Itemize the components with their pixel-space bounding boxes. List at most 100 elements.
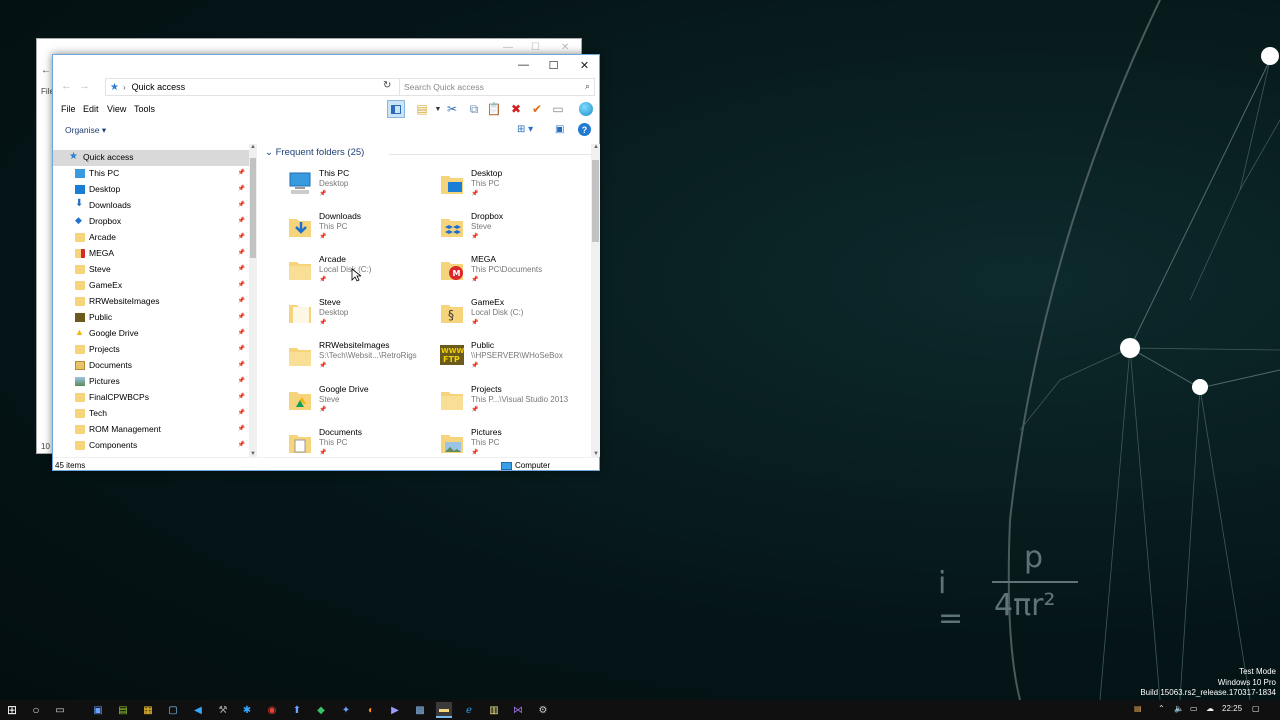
pin-icon[interactable]: 📌	[238, 281, 245, 288]
delete-icon[interactable]: ✖	[507, 100, 525, 118]
app-icon-8[interactable]: ⬆	[289, 702, 305, 718]
search-icon[interactable]: ⌕	[585, 81, 590, 92]
app-icon-9[interactable]: ◆	[313, 702, 329, 718]
app-icon-2[interactable]: ▤	[115, 702, 131, 718]
sidebar-item-dropbox[interactable]: ◆ Dropbox 📌	[53, 214, 249, 230]
organise-button[interactable]: Organise ▾	[65, 125, 106, 136]
help-icon[interactable]: ?	[578, 123, 591, 136]
menu-tools[interactable]: Tools	[134, 104, 155, 114]
view-options-icon[interactable]: ⊞ ▾	[517, 124, 533, 135]
pin-icon[interactable]: 📌	[238, 329, 245, 336]
sidebar-item-pictures[interactable]: Pictures 📌	[53, 374, 249, 390]
visual-studio-icon[interactable]: ⋈	[510, 702, 526, 718]
close-icon[interactable]: ✕	[561, 42, 569, 53]
cut-icon[interactable]: ✂	[443, 100, 461, 118]
sidebar-item-mega[interactable]: MEGA 📌	[53, 246, 249, 262]
sidebar-item-components[interactable]: Components 📌	[53, 438, 249, 454]
file-explorer-icon[interactable]: ▬	[436, 702, 452, 718]
navigation-scrollbar[interactable]: ▲ ▼	[249, 144, 257, 457]
explorer-window[interactable]: — ☐ ✕ ← → ★ › Quick access ⌄ ↻ Search Qu…	[52, 54, 600, 471]
scrollbar-thumb[interactable]	[250, 158, 256, 258]
app-icon-7[interactable]: ✱	[239, 702, 255, 718]
sidebar-item-downloads[interactable]: ⬇ Downloads 📌	[53, 198, 249, 214]
pin-icon[interactable]: 📌	[238, 185, 245, 192]
tile-desktop[interactable]: Desktop This PC 📌	[439, 168, 589, 208]
pin-icon[interactable]: 📌	[238, 345, 245, 352]
settings-gear-icon[interactable]: ⚙	[535, 702, 551, 718]
edge-icon[interactable]: ℯ	[461, 702, 477, 718]
tile-steve[interactable]: Steve Desktop 📌	[287, 297, 437, 337]
tile-this-pc[interactable]: This PC Desktop 📌	[287, 168, 437, 208]
tile-google-drive[interactable]: Google Drive Steve 📌	[287, 384, 437, 424]
sidebar-item-quick-access[interactable]: ★ Quick access	[53, 150, 249, 166]
sidebar-item-projects[interactable]: Projects 📌	[53, 342, 249, 358]
tile-arcade[interactable]: Arcade Local Disk (C:) 📌	[287, 254, 437, 294]
content-scrollbar[interactable]: ▲ ▼	[591, 144, 600, 457]
sidebar-item-public[interactable]: Public 📌	[53, 310, 249, 326]
checkmark-icon[interactable]: ✔	[528, 100, 546, 118]
sidebar-item-rrwebsiteimages[interactable]: RRWebsiteImages 📌	[53, 294, 249, 310]
app-icon-1[interactable]: ▣	[90, 702, 106, 718]
refresh-icon[interactable]: ↻	[383, 80, 391, 91]
pin-icon[interactable]: 📌	[238, 233, 245, 240]
breadcrumb-chevron-icon[interactable]: ›	[123, 83, 126, 92]
minimize-icon[interactable]: —	[503, 42, 513, 53]
action-center-icon[interactable]: ▢	[1252, 704, 1260, 713]
minimize-button[interactable]: —	[508, 55, 539, 75]
onedrive-cloud-icon[interactable]: ☁	[1206, 704, 1214, 713]
app-icon-4[interactable]: ▢	[165, 702, 181, 718]
pin-icon[interactable]: 📌	[238, 249, 245, 256]
back-arrow-icon[interactable]: ←	[41, 65, 51, 76]
scroll-up-icon[interactable]: ▲	[593, 144, 599, 150]
app-icon-13[interactable]: ▩	[412, 702, 428, 718]
sidebar-item-steve[interactable]: Steve 📌	[53, 262, 249, 278]
pin-icon[interactable]: 📌	[238, 409, 245, 416]
paste-icon[interactable]: 📋	[485, 100, 503, 118]
search-input[interactable]: Search Quick access ⌕	[399, 78, 595, 96]
tile-documents[interactable]: Documents This PC 📌	[287, 427, 437, 457]
pin-icon[interactable]: 📌	[238, 265, 245, 272]
search-icon[interactable]: ○	[28, 702, 44, 718]
pin-icon[interactable]: 📌	[238, 217, 245, 224]
breadcrumb[interactable]: Quick access	[132, 82, 186, 92]
pin-icon[interactable]: 📌	[238, 393, 245, 400]
scroll-up-icon[interactable]: ▲	[250, 144, 256, 150]
sidebar-item-finalcpwbcps[interactable]: FinalCPWBCPs 📌	[53, 390, 249, 406]
sidebar-item-desktop[interactable]: Desktop 📌	[53, 182, 249, 198]
windows-start-icon[interactable]: ⊞	[4, 702, 20, 718]
navigation-pane-icon[interactable]	[387, 100, 405, 118]
back-arrow-icon[interactable]: ←	[61, 80, 72, 92]
task-view-icon[interactable]: ▭	[52, 702, 68, 718]
pin-icon[interactable]: 📌	[238, 361, 245, 368]
window-titlebar[interactable]: — ☐ ✕	[53, 55, 599, 77]
tile-rrwebsiteimages[interactable]: RRWebsiteImages S:\Tech\Websit...\RetroR…	[287, 340, 437, 380]
sidebar-item-rom-management[interactable]: ROM Management 📌	[53, 422, 249, 438]
sidebar-item-google-drive[interactable]: ▲ Google Drive 📌	[53, 326, 249, 342]
maximize-icon[interactable]: ☐	[531, 42, 540, 53]
clock[interactable]: 22:25	[1222, 704, 1242, 713]
tile-downloads[interactable]: Downloads This PC 📌	[287, 211, 437, 251]
pin-icon[interactable]: 📌	[238, 297, 245, 304]
close-button[interactable]: ✕	[569, 55, 600, 75]
tray-app-icon[interactable]: ▤	[1134, 704, 1142, 713]
sidebar-item-tech[interactable]: Tech 📌	[53, 406, 249, 422]
pin-icon[interactable]: 📌	[238, 425, 245, 432]
rename-icon[interactable]: ▭	[549, 100, 567, 118]
forward-arrow-icon[interactable]: →	[79, 80, 90, 92]
notepad-icon[interactable]: ▥	[486, 702, 502, 718]
pin-icon[interactable]: 📌	[238, 313, 245, 320]
globe-icon[interactable]	[577, 100, 595, 118]
tile-mega[interactable]: M MEGA This PC\Documents 📌	[439, 254, 589, 294]
tile-gameex[interactable]: § GameEx Local Disk (C:) 📌	[439, 297, 589, 337]
menu-view[interactable]: View	[107, 104, 126, 114]
sidebar-item-arcade[interactable]: Arcade 📌	[53, 230, 249, 246]
app-icon-6[interactable]: ⚒	[215, 702, 231, 718]
tile-pictures[interactable]: Pictures This PC 📌	[439, 427, 589, 457]
app-icon-12[interactable]: ▶	[387, 702, 403, 718]
sidebar-item-documents[interactable]: Documents 📌	[53, 358, 249, 374]
tile-public[interactable]: WWW FTP Public \\HPSERVER\WHoSeBox 📌	[439, 340, 589, 380]
pin-icon[interactable]: 📌	[238, 169, 245, 176]
app-icon-5[interactable]: ◀	[190, 702, 206, 718]
tile-dropbox[interactable]: Dropbox Steve 📌	[439, 211, 589, 251]
chevron-up-icon[interactable]: ⌃	[1158, 704, 1165, 713]
